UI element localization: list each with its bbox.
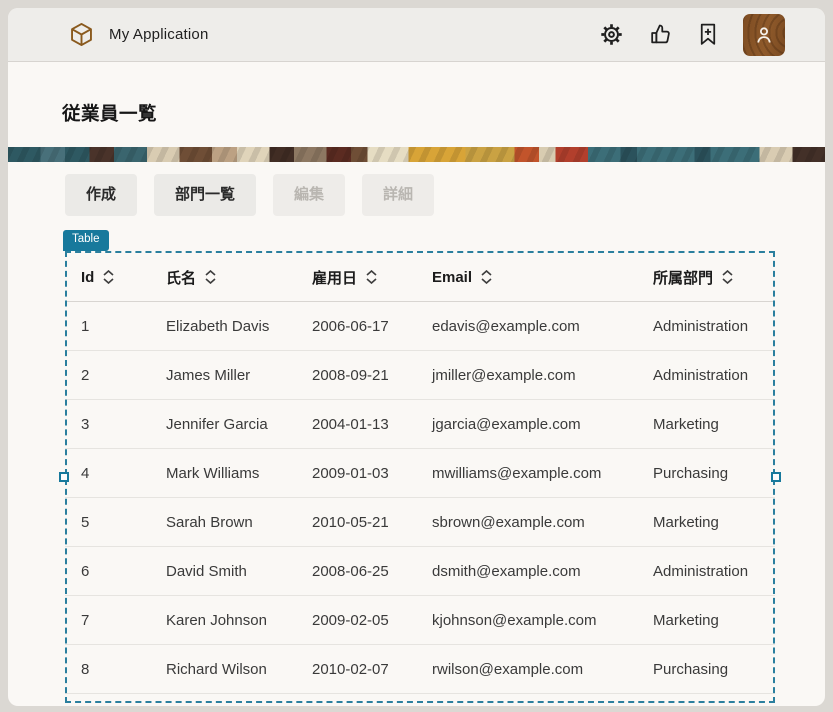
- table-row: 2James Miller2008-09-21jmiller@example.c…: [65, 351, 775, 400]
- user-avatar[interactable]: [743, 14, 785, 56]
- table-body: 1Elizabeth Davis2006-06-17edavis@example…: [65, 302, 775, 694]
- table-cell-department: Purchasing: [637, 449, 775, 498]
- table-cell-email: sbrown@example.com: [416, 498, 637, 547]
- table-cell-name: Sarah Brown: [150, 498, 296, 547]
- table-cell-department: Administration: [637, 351, 775, 400]
- column-header-email[interactable]: Email: [416, 253, 637, 302]
- header-actions: [599, 14, 785, 56]
- edit-button[interactable]: 編集: [273, 174, 345, 216]
- page-title: 従業員一覧: [8, 62, 825, 147]
- sort-updown-icon: [366, 270, 377, 284]
- decorative-banner: [8, 147, 825, 162]
- sort-updown-icon: [103, 270, 114, 284]
- table-cell-hire-date: 2010-05-21: [296, 498, 416, 547]
- column-header-name[interactable]: 氏名: [150, 253, 296, 302]
- table-cell-department: Marketing: [637, 498, 775, 547]
- app-title: My Application: [109, 26, 209, 43]
- table-region: Table Id 氏名: [65, 251, 775, 703]
- table-header-row: Id 氏名 雇用日: [65, 253, 775, 302]
- bookmark-add-icon[interactable]: [697, 22, 719, 47]
- table-row: 3Jennifer Garcia2004-01-13jgarcia@exampl…: [65, 400, 775, 449]
- table-row: 5Sarah Brown2010-05-21sbrown@example.com…: [65, 498, 775, 547]
- table-cell-department: Administration: [637, 547, 775, 596]
- table-row: 7Karen Johnson2009-02-05kjohnson@example…: [65, 596, 775, 645]
- table-cell-name: Richard Wilson: [150, 645, 296, 694]
- table-cell-name: Jennifer Garcia: [150, 400, 296, 449]
- app-header: My Application: [8, 8, 825, 62]
- table-cell-department: Purchasing: [637, 645, 775, 694]
- table-cell-hire-date: 2010-02-07: [296, 645, 416, 694]
- table-cell-email: rwilson@example.com: [416, 645, 637, 694]
- thumbs-up-icon[interactable]: [648, 22, 673, 47]
- toolbar: 作成 部門一覧 編集 詳細: [65, 174, 825, 216]
- selection-handle-right[interactable]: [771, 472, 781, 482]
- column-header-id[interactable]: Id: [65, 253, 150, 302]
- sort-updown-icon: [481, 270, 492, 284]
- table-cell-email: edavis@example.com: [416, 302, 637, 351]
- department-list-button[interactable]: 部門一覧: [154, 174, 256, 216]
- table-cell-id: 7: [65, 596, 150, 645]
- table-cell-email: kjohnson@example.com: [416, 596, 637, 645]
- table-cell-name: James Miller: [150, 351, 296, 400]
- column-header-department[interactable]: 所属部門: [637, 253, 775, 302]
- table-cell-department: Marketing: [637, 596, 775, 645]
- table-cell-hire-date: 2009-02-05: [296, 596, 416, 645]
- table-cell-name: Elizabeth Davis: [150, 302, 296, 351]
- table-cell-id: 4: [65, 449, 150, 498]
- table-cell-id: 1: [65, 302, 150, 351]
- table-cell-email: jmiller@example.com: [416, 351, 637, 400]
- detail-button[interactable]: 詳細: [362, 174, 434, 216]
- table-cell-hire-date: 2006-06-17: [296, 302, 416, 351]
- table-row: 8Richard Wilson2010-02-07rwilson@example…: [65, 645, 775, 694]
- selection-handle-left[interactable]: [59, 472, 69, 482]
- app-logo[interactable]: My Application: [68, 21, 209, 48]
- create-button[interactable]: 作成: [65, 174, 137, 216]
- table-cell-department: Marketing: [637, 400, 775, 449]
- table-cell-id: 2: [65, 351, 150, 400]
- sort-updown-icon: [205, 270, 216, 284]
- table-cell-name: David Smith: [150, 547, 296, 596]
- settings-gear-icon[interactable]: [599, 22, 624, 47]
- table-cell-id: 8: [65, 645, 150, 694]
- table-cell-email: mwilliams@example.com: [416, 449, 637, 498]
- table-row: 4Mark Williams2009-01-03mwilliams@exampl…: [65, 449, 775, 498]
- table-cell-email: jgarcia@example.com: [416, 400, 637, 449]
- table-cell-hire-date: 2008-06-25: [296, 547, 416, 596]
- table-cell-email: dsmith@example.com: [416, 547, 637, 596]
- sort-updown-icon: [722, 270, 733, 284]
- table-cell-hire-date: 2009-01-03: [296, 449, 416, 498]
- table-cell-id: 3: [65, 400, 150, 449]
- selection-badge: Table: [63, 230, 109, 251]
- table-cell-hire-date: 2008-09-21: [296, 351, 416, 400]
- cube-icon: [68, 21, 95, 48]
- employee-table: Id 氏名 雇用日: [65, 253, 775, 694]
- table-cell-id: 6: [65, 547, 150, 596]
- table-cell-name: Mark Williams: [150, 449, 296, 498]
- table-cell-department: Administration: [637, 302, 775, 351]
- table-cell-name: Karen Johnson: [150, 596, 296, 645]
- app-window: My Application: [8, 8, 825, 706]
- table-row: 6David Smith2008-06-25dsmith@example.com…: [65, 547, 775, 596]
- table-cell-id: 5: [65, 498, 150, 547]
- person-icon: [752, 23, 776, 47]
- column-header-hire-date[interactable]: 雇用日: [296, 253, 416, 302]
- table-row: 1Elizabeth Davis2006-06-17edavis@example…: [65, 302, 775, 351]
- table-cell-hire-date: 2004-01-13: [296, 400, 416, 449]
